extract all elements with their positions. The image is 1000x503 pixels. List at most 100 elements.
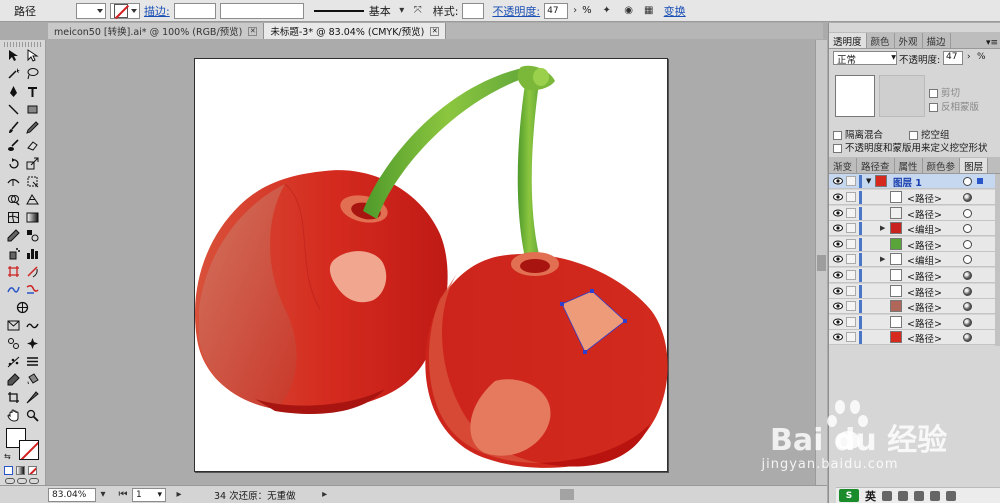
- knockout-group-checkbox[interactable]: 挖空组: [909, 127, 950, 141]
- stroke-color-swatch[interactable]: [19, 440, 39, 460]
- cherry-illustration[interactable]: [195, 59, 669, 473]
- stroke-weight-field[interactable]: [173, 2, 216, 19]
- item-name[interactable]: <路径>: [907, 269, 942, 283]
- sogou-ime-icon[interactable]: S: [839, 489, 859, 502]
- tab-attributes[interactable]: 属性: [895, 158, 923, 173]
- draw-behind-icon[interactable]: [17, 478, 27, 484]
- wrench-icon[interactable]: [946, 490, 956, 501]
- eye-icon[interactable]: [833, 271, 843, 279]
- target-circle-icon[interactable]: [963, 302, 972, 312]
- recolor-icon[interactable]: ✦: [600, 4, 614, 18]
- eye-icon[interactable]: [833, 333, 843, 341]
- target-circle-icon[interactable]: [963, 193, 972, 202]
- eraser-tool-icon[interactable]: [24, 138, 40, 153]
- line-tool-icon[interactable]: [5, 102, 21, 117]
- chevron-down-icon[interactable]: ▾: [395, 4, 409, 18]
- item-name[interactable]: <编组>: [907, 222, 942, 236]
- direct-selection-tool-icon[interactable]: [24, 48, 40, 63]
- layer-item-row[interactable]: ▶ <编组>: [829, 252, 995, 268]
- item-name[interactable]: <路径>: [907, 238, 942, 252]
- lock-toggle[interactable]: [846, 176, 856, 186]
- punctuation-icon[interactable]: [898, 490, 908, 501]
- eye-icon[interactable]: [833, 209, 843, 217]
- target-circle-icon[interactable]: [963, 271, 972, 280]
- ime-mode-label[interactable]: 英: [865, 488, 876, 503]
- target-circle-icon[interactable]: [963, 208, 972, 218]
- item-name[interactable]: <编组>: [907, 253, 942, 267]
- slice-tool-icon[interactable]: [24, 264, 40, 279]
- align-grid-icon[interactable]: ▦: [642, 4, 656, 18]
- rectangle-tool-icon[interactable]: [24, 102, 40, 117]
- opacity-link[interactable]: 不透明度:: [492, 3, 540, 19]
- mesh-tool-icon[interactable]: [5, 210, 21, 225]
- draw-normal-icon[interactable]: [5, 478, 15, 484]
- magic-wand-icon[interactable]: [5, 66, 21, 81]
- toolbox-grip[interactable]: [4, 42, 41, 47]
- hand-crosshair-icon[interactable]: [14, 300, 30, 315]
- layer-item-row[interactable]: <路径>: [829, 236, 995, 252]
- hand-tool-icon[interactable]: [5, 408, 21, 423]
- style-swatch[interactable]: [462, 2, 485, 19]
- scatter-tool-icon[interactable]: [5, 354, 21, 369]
- lock-toggle[interactable]: [846, 238, 856, 249]
- eye-icon[interactable]: [833, 224, 843, 232]
- tab-color-guide[interactable]: 颜色参: [923, 158, 961, 173]
- eye-icon[interactable]: [833, 177, 843, 185]
- target-circle-icon[interactable]: [963, 224, 972, 234]
- target-circle-icon[interactable]: [963, 177, 972, 186]
- target-circle-icon[interactable]: [963, 255, 972, 265]
- wave-tool-icon[interactable]: [24, 318, 40, 333]
- scale-tool-icon[interactable]: [24, 156, 40, 171]
- target-circle-icon[interactable]: [963, 333, 972, 343]
- type-tool-icon[interactable]: [24, 84, 40, 99]
- paint-bucket-icon[interactable]: [24, 372, 40, 387]
- twirl-tool-icon[interactable]: [24, 282, 40, 297]
- moon-icon[interactable]: [882, 490, 892, 501]
- lock-toggle[interactable]: [846, 270, 856, 280]
- rotate-tool-icon[interactable]: [5, 156, 21, 171]
- target-circle-icon[interactable]: [963, 286, 972, 296]
- layers-scrollbar[interactable]: [995, 174, 1000, 346]
- item-name[interactable]: <路径>: [907, 300, 942, 314]
- fill-swatch[interactable]: [76, 2, 106, 19]
- selection-tool-icon[interactable]: [5, 48, 21, 63]
- chevron-right-icon[interactable]: ▶: [880, 255, 885, 263]
- layer-item-row[interactable]: <路径>: [829, 205, 995, 221]
- eye-icon[interactable]: [833, 302, 843, 310]
- tab-meicon50[interactable]: meicon50 [转换].ai* @ 100% (RGB/预览) ✕: [48, 23, 265, 39]
- isolate-blending-checkbox[interactable]: 隔离混合: [833, 127, 883, 141]
- invert-mask-checkbox[interactable]: 反相蒙版: [929, 99, 979, 113]
- panel-opacity-field[interactable]: 47: [943, 51, 963, 65]
- variable-width-field[interactable]: [219, 2, 304, 19]
- lasso-tool-icon[interactable]: [24, 66, 40, 81]
- vertical-scrollbar[interactable]: [815, 40, 827, 485]
- eyedropper-tool-icon[interactable]: [5, 228, 21, 243]
- layer-item-row[interactable]: <路径>: [829, 283, 995, 299]
- layer-item-row[interactable]: <路径>: [829, 190, 995, 205]
- knife-tool-icon[interactable]: [24, 390, 40, 405]
- eye-icon[interactable]: [833, 193, 843, 201]
- color-mode-icon[interactable]: [4, 466, 13, 475]
- layer-name[interactable]: 图层 1: [893, 175, 922, 189]
- eye-icon[interactable]: [833, 240, 843, 248]
- gradient-mode-icon[interactable]: [16, 466, 25, 475]
- tab-untitled-3[interactable]: 未标题-3* @ 83.04% (CMYK/预览) ✕: [264, 23, 447, 39]
- left-cherry[interactable]: [195, 170, 448, 415]
- panel-menu-icon[interactable]: ▾≡: [986, 38, 998, 48]
- next-artboard-icon[interactable]: ▸: [172, 488, 186, 502]
- tab-gradient[interactable]: 渐变: [829, 158, 858, 173]
- lock-toggle[interactable]: [846, 254, 856, 265]
- tab-layers[interactable]: 图层: [960, 158, 989, 173]
- tab-appearance[interactable]: 外观: [895, 33, 923, 48]
- width-tool-icon[interactable]: [5, 174, 21, 189]
- close-icon[interactable]: ✕: [248, 26, 258, 36]
- artboard-tool-icon[interactable]: [5, 264, 21, 279]
- globe-icon[interactable]: ◉: [622, 4, 636, 18]
- envelope-distort-icon[interactable]: [5, 318, 21, 333]
- measure-eyedropper-icon[interactable]: [5, 372, 21, 387]
- item-name[interactable]: <路径>: [907, 191, 942, 205]
- column-graph-icon[interactable]: [24, 246, 40, 261]
- free-transform-icon[interactable]: [24, 174, 40, 189]
- lock-toggle[interactable]: [846, 285, 856, 296]
- status-menu-arrow-icon[interactable]: ▸: [318, 488, 332, 502]
